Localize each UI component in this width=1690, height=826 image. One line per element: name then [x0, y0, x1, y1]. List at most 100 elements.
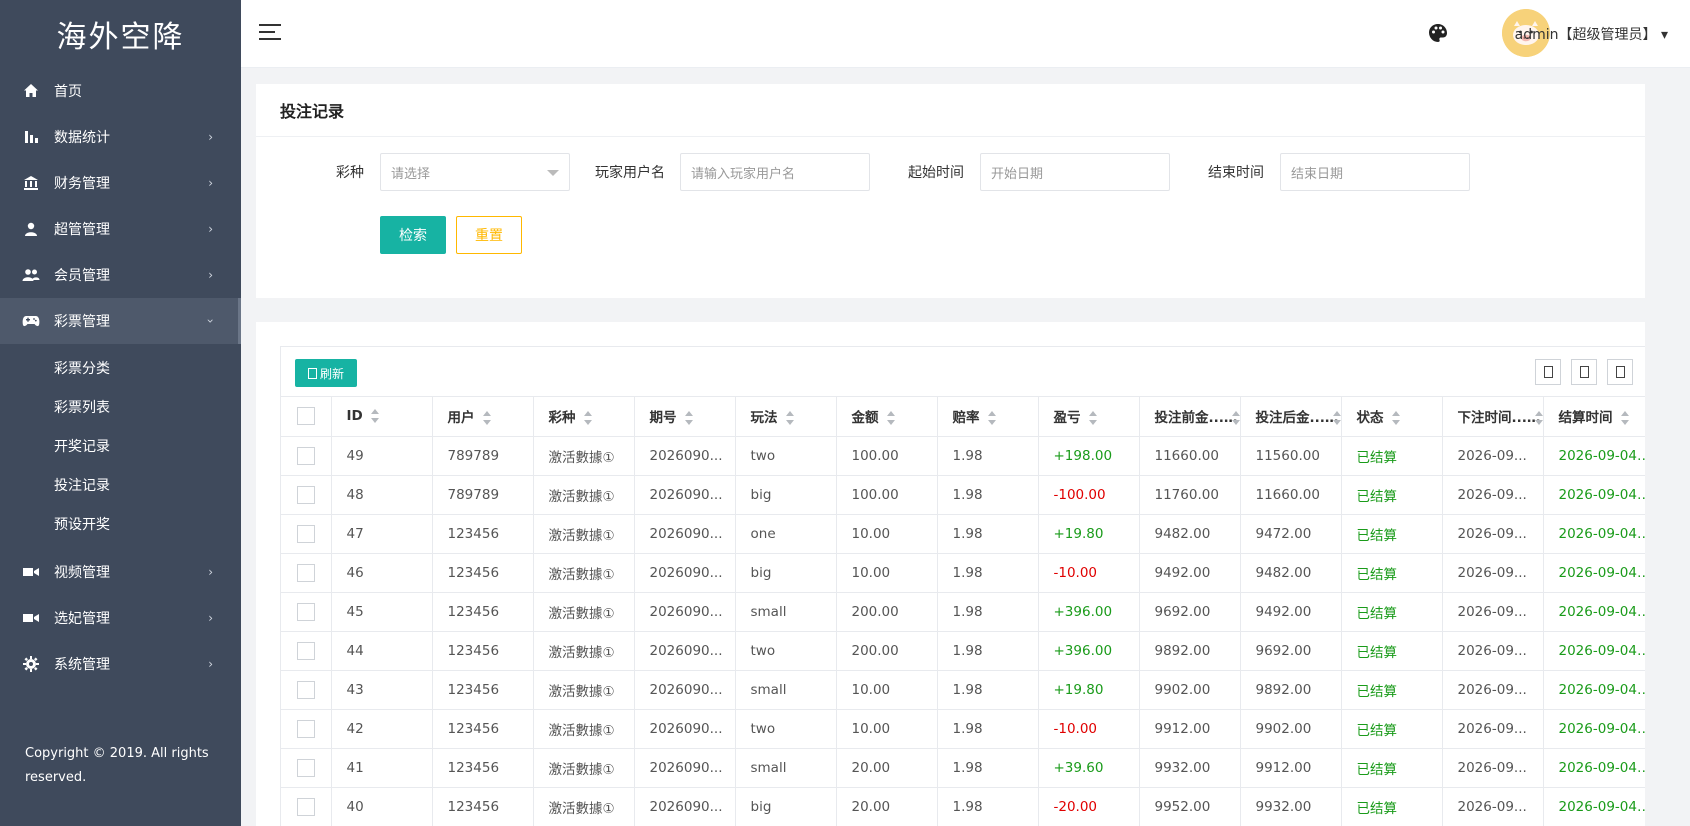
table-row[interactable]: 48 789789 激活數據① 2026090... big 100.00 1.98 -100…	[281, 475, 1645, 515]
cell-play: two	[735, 436, 837, 476]
cell-id: 43	[331, 670, 433, 710]
filter-columns-icon[interactable]	[1535, 359, 1561, 385]
nav-video[interactable]: 视频管理 ›	[0, 549, 241, 595]
submenu-draw-records[interactable]: 开奖记录	[0, 426, 241, 465]
sort-icon[interactable]	[886, 411, 896, 426]
nav-admin[interactable]: 超管管理 ›	[0, 206, 241, 252]
row-checkbox[interactable]	[296, 758, 315, 777]
cell-after: 9692.00	[1240, 631, 1342, 671]
column-label: 玩法	[750, 410, 778, 427]
column-label: 金额	[851, 410, 879, 427]
cell-id: 40	[331, 787, 433, 826]
reset-button[interactable]: 重置	[456, 216, 522, 254]
nav-finance[interactable]: 财务管理 ›	[0, 160, 241, 206]
cell-odds: 1.98	[937, 592, 1039, 632]
submenu-lottery-category[interactable]: 彩票分类	[0, 348, 241, 387]
lottery-select[interactable]: 请选择	[380, 153, 570, 191]
nav-statistics[interactable]: 数据统计 ›	[0, 114, 241, 160]
row-checkbox[interactable]	[296, 797, 315, 816]
row-checkbox[interactable]	[296, 563, 315, 582]
sort-icon[interactable]	[1391, 411, 1401, 426]
table-row[interactable]: 42 123456 激活數據① 2026090... two 10.00 1.98 -10.0…	[281, 709, 1645, 749]
select-all-checkbox[interactable]	[296, 407, 315, 426]
nav-members[interactable]: 会员管理 ›	[0, 252, 241, 298]
refresh-button[interactable]: 刷新	[295, 359, 357, 387]
print-icon[interactable]	[1607, 359, 1633, 385]
cell-odds: 1.98	[937, 514, 1039, 554]
cell-id: 48	[331, 475, 433, 515]
row-checkbox[interactable]	[296, 680, 315, 699]
sort-icon[interactable]	[987, 411, 997, 426]
row-checkbox[interactable]	[296, 602, 315, 621]
end-date-input[interactable]: 结束日期	[1280, 153, 1470, 191]
column-header[interactable]: 盈亏	[1038, 397, 1140, 437]
lottery-submenu: 彩票分类 彩票列表 开奖记录 投注记录 预设开奖	[0, 344, 241, 549]
user-menu[interactable]: admin【超级管理员】 ▾	[1515, 24, 1668, 44]
sort-icon[interactable]	[482, 411, 492, 426]
start-date-input[interactable]: 开始日期	[980, 153, 1170, 191]
table-row[interactable]: 49 789789 激活數據① 2026090... two 100.00 1.98 +198…	[281, 436, 1645, 476]
column-header[interactable]: 状态	[1341, 397, 1443, 437]
table-row[interactable]: 44 123456 激活數據① 2026090... two 200.00 1.98 +396…	[281, 631, 1645, 671]
column-header[interactable]: 下注时间...	[1442, 397, 1544, 437]
sort-icon[interactable]	[785, 411, 795, 426]
submenu-lottery-list[interactable]: 彩票列表	[0, 387, 241, 426]
row-checkbox[interactable]	[296, 524, 315, 543]
cell-issue: 2026090...	[634, 514, 736, 554]
cell-user: 789789	[432, 475, 534, 515]
column-header[interactable]: 期号	[634, 397, 736, 437]
column-header[interactable]: 玩法	[735, 397, 837, 437]
table-row[interactable]: 43 123456 激活數據① 2026090... small 10.00 1.98 +19…	[281, 670, 1645, 710]
cell-bet-time: 2026-09...	[1442, 748, 1544, 788]
sort-icon[interactable]	[1620, 411, 1630, 426]
cell-odds: 1.98	[937, 748, 1039, 788]
column-header[interactable]: 用户	[432, 397, 534, 437]
column-header[interactable]: 结算时间	[1543, 397, 1645, 437]
table-row[interactable]: 45 123456 激活數據① 2026090... small 200.00 1.98 +3…	[281, 592, 1645, 632]
cell-amount: 10.00	[836, 514, 938, 554]
gear-icon	[22, 655, 40, 673]
column-header[interactable]: 赔率	[937, 397, 1039, 437]
nav-system[interactable]: 系统管理 ›	[0, 641, 241, 687]
row-checkbox[interactable]	[296, 446, 315, 465]
sort-icon[interactable]	[1088, 411, 1098, 426]
cell-play: small	[735, 748, 837, 788]
player-input[interactable]: 请输入玩家用户名	[680, 153, 870, 191]
row-checkbox[interactable]	[296, 719, 315, 738]
table-row[interactable]: 41 123456 激活數據① 2026090... small 20.00 1.98 +39…	[281, 748, 1645, 788]
sort-icon[interactable]	[583, 411, 593, 426]
nav-concubine[interactable]: 选妃管理 ›	[0, 595, 241, 641]
column-header[interactable]: 金额	[836, 397, 938, 437]
start-time-label: 起始时间	[908, 165, 964, 181]
table-row[interactable]: 46 123456 激活數據① 2026090... big 10.00 1.98 -10.0…	[281, 553, 1645, 593]
bank-icon	[22, 174, 40, 192]
cell-play: big	[735, 553, 837, 593]
submenu-bet-records[interactable]: 投注记录	[0, 465, 241, 504]
cell-odds: 1.98	[937, 787, 1039, 826]
sort-icon[interactable]	[370, 409, 380, 424]
palette-icon[interactable]	[1427, 22, 1451, 46]
cell-after: 11560.00	[1240, 436, 1342, 476]
column-header[interactable]: ID	[331, 397, 433, 437]
search-button[interactable]: 检索	[380, 216, 446, 254]
column-label: 状态	[1356, 410, 1384, 427]
submenu-preset-draw[interactable]: 预设开奖	[0, 504, 241, 543]
row-checkbox[interactable]	[296, 641, 315, 660]
cell-amount: 100.00	[836, 475, 938, 515]
cell-settle-time: 2026-09-04 09	[1543, 670, 1645, 710]
table-row[interactable]: 40 123456 激活數據① 2026090... big 20.00 1.98 -20.0…	[281, 787, 1645, 826]
column-header[interactable]: 投注后金...	[1240, 397, 1342, 437]
page-title: 投注记录	[256, 84, 1645, 137]
menu-toggle-icon[interactable]	[259, 24, 281, 42]
column-header[interactable]: 彩种	[533, 397, 635, 437]
cell-amount: 10.00	[836, 709, 938, 749]
row-checkbox[interactable]	[296, 485, 315, 504]
column-header[interactable]: 投注前金...	[1139, 397, 1241, 437]
export-icon[interactable]	[1571, 359, 1597, 385]
cell-profit: +39.60	[1038, 748, 1140, 788]
nav-label: 选妃管理	[54, 611, 110, 627]
table-row[interactable]: 47 123456 激活數據① 2026090... one 10.00 1.98 +19.8…	[281, 514, 1645, 554]
nav-lottery[interactable]: 彩票管理 ›	[0, 298, 241, 344]
sort-icon[interactable]	[684, 411, 694, 426]
nav-home[interactable]: 首页	[0, 68, 241, 114]
